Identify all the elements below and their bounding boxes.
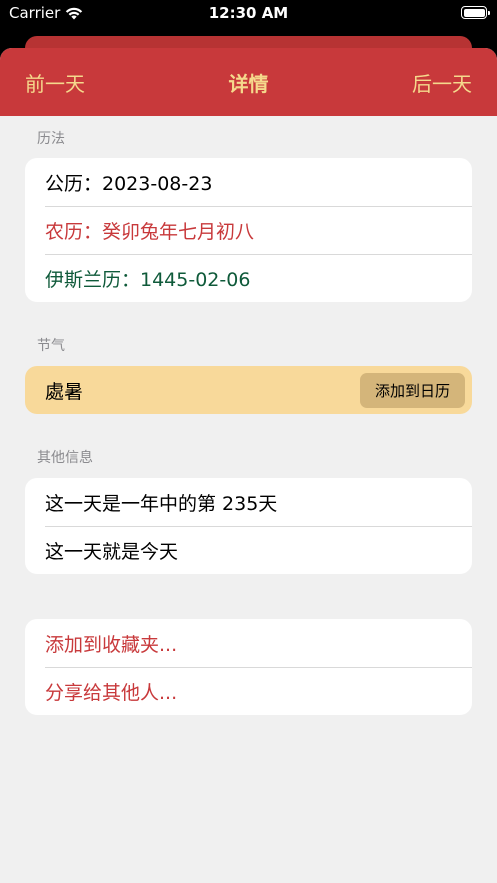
- add-to-favorites-button[interactable]: 添加到收藏夹...: [25, 619, 472, 667]
- previous-day-button[interactable]: 前一天: [25, 68, 85, 97]
- gregorian-date-row: 公历：2023-08-23: [45, 172, 213, 195]
- islamic-date-row: 伊斯兰历：1445-02-06: [25, 254, 472, 302]
- lunar-date-row: 农历：癸卯兔年七月初八: [25, 206, 472, 254]
- status-time: 12:30 AM: [208, 4, 289, 22]
- navigation-bar: 前一天 详情 后一天: [0, 48, 497, 116]
- status-bar: Carrier 12:30 AM: [0, 0, 497, 30]
- add-to-calendar-button[interactable]: 添加到日历: [359, 372, 465, 408]
- solar-term-name: 處暑: [45, 380, 84, 403]
- share-button[interactable]: 分享给其他人...: [25, 667, 472, 715]
- actions-card: 添加到收藏夹... 分享给其他人...: [25, 619, 472, 715]
- calendars-card: 公历：2023-08-23 农历：癸卯兔年七月初八 伊斯兰历：1445-02-0…: [25, 158, 472, 302]
- other-info-card: 这一天是一年中的第 235天 这一天就是今天: [25, 478, 472, 574]
- is-today-row: 这一天就是今天: [25, 526, 472, 574]
- solar-term-section-header: 节气: [37, 338, 65, 354]
- day-of-year-row: 这一天是一年中的第 235天: [45, 492, 278, 515]
- next-day-button[interactable]: 后一天: [412, 68, 472, 97]
- calendars-section-header: 历法: [37, 131, 65, 147]
- other-info-section-header: 其他信息: [37, 450, 93, 466]
- detail-sheet: 前一天 详情 后一天 历法 公历：2023-08-23 农历：癸卯兔年七月初八 …: [0, 48, 497, 883]
- battery-icon: [461, 6, 490, 19]
- solar-term-card: 處暑 添加到日历: [25, 366, 472, 414]
